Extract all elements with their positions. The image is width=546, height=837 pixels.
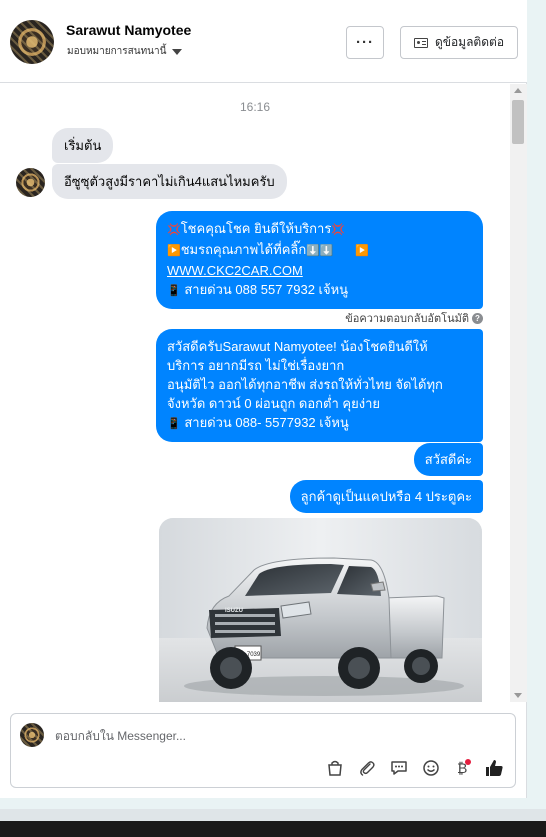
message-line: สายด่วน 088- 5577932 เจ้หนู — [184, 415, 349, 430]
car-photo[interactable]: ISUZU ขข 7039 — [159, 518, 482, 702]
help-icon[interactable]: ? — [472, 312, 483, 324]
message-line: จังหวัด ดาวน์ 0 ผ่อนถูก ดอกต่ำ คุยง่าย — [167, 396, 380, 411]
sender-avatar — [16, 168, 45, 197]
more-options-button[interactable]: ··· — [346, 26, 384, 59]
message-scrollbar[interactable] — [510, 84, 527, 702]
website-link[interactable]: WWW.CKC2CAR.COM — [167, 263, 303, 278]
contact-avatar[interactable] — [10, 20, 54, 64]
message-composer: ₿ — [10, 713, 516, 788]
bag-icon[interactable] — [324, 757, 346, 779]
taskbar-edge — [0, 821, 546, 837]
outgoing-message[interactable]: สวัสดีครับSarawut Namyotee! น้องโชคยินดี… — [156, 329, 483, 442]
window-bottom-edge — [0, 809, 546, 821]
sparkle-icon: 💢 — [331, 224, 346, 236]
auto-reply-label: ข้อความตอบกลับอัตโนมัติ ? — [345, 309, 483, 327]
auto-reply-text: ข้อความตอบกลับอัตโนมัติ — [345, 313, 469, 325]
pickup-truck-image: ISUZU ขข 7039 — [184, 557, 464, 696]
play-icon: ▶️ — [355, 245, 370, 257]
reply-input[interactable] — [55, 727, 495, 745]
scroll-thumb[interactable] — [512, 100, 524, 144]
message-line: โชคคุณโชค ยินดีให้บริการ — [180, 221, 332, 236]
scroll-up-arrow-icon[interactable] — [514, 88, 522, 93]
scroll-down-arrow-icon[interactable] — [514, 693, 522, 698]
conversation-header: Sarawut Namyotee มอบหมายการสนทนานี้ ··· … — [0, 0, 527, 83]
assign-conversation[interactable]: มอบหมายการสนทนานี้ — [67, 44, 183, 59]
like-icon[interactable] — [483, 757, 505, 779]
phone-icon: 📱 — [167, 285, 181, 297]
id-card-icon — [413, 37, 428, 48]
message-line: อนุมัติไว ออกได้ทุกอาชีพ ส่งรถให้ทั่วไทย… — [167, 377, 443, 392]
sparkle-icon: 💢 — [167, 224, 181, 236]
outgoing-message[interactable]: 💢โชคคุณโชค ยินดีให้บริการ💢 ▶️ชมรถคุณภาพไ… — [156, 211, 483, 309]
play-icon: ▶️ — [167, 245, 181, 257]
message-line: บริการ อยากมีรถ ไม่ใช่เรื่องยาก — [167, 358, 345, 373]
emoji-icon[interactable] — [420, 757, 442, 779]
view-contact-label: ดูข้อมูลติดต่อ — [434, 35, 505, 49]
chevron-down-icon — [172, 48, 183, 55]
message-line: ชมรถคุณภาพได้ที่คลิ๊ก — [180, 242, 307, 257]
message-timestamp: 16:16 — [239, 100, 271, 114]
saved-reply-icon[interactable] — [388, 757, 410, 779]
message-line: สวัสดีครับSarawut Namyotee! น้องโชคยินดี… — [167, 339, 428, 354]
view-contact-button[interactable]: ดูข้อมูลติดต่อ — [400, 26, 518, 59]
outgoing-message[interactable]: ลูกค้าดูเป็นแคปหรือ 4 ประตูคะ — [289, 480, 483, 513]
svg-text:ISUZU: ISUZU — [225, 608, 243, 614]
page-avatar — [20, 723, 44, 747]
outgoing-message[interactable]: สวัสดีค่ะ — [413, 443, 483, 476]
inbox-panel: Sarawut Namyotee มอบหมายการสนทนานี้ ··· … — [0, 0, 527, 798]
contact-name[interactable]: Sarawut Namyotee — [66, 22, 191, 38]
assign-label: มอบหมายการสนทนานี้ — [67, 46, 167, 57]
paperclip-icon[interactable] — [356, 757, 378, 779]
phone-icon: 📱 — [167, 418, 181, 430]
incoming-message[interactable]: อีซูซุตัวสูงมีราคาไม่เกิน4แสนไหมครับ — [52, 164, 287, 199]
message-line: สายด่วน 088 557 7932 เจ้หนู — [184, 282, 349, 297]
incoming-message[interactable]: เริ่มต้น — [52, 128, 114, 163]
payment-icon[interactable]: ₿ — [451, 757, 473, 779]
down-arrow-icon: ⬇️⬇️ — [306, 245, 334, 257]
message-list: 16:16 เริ่มต้น อีซูซุตัวสูงมีราคาไม่เกิน… — [0, 84, 510, 702]
